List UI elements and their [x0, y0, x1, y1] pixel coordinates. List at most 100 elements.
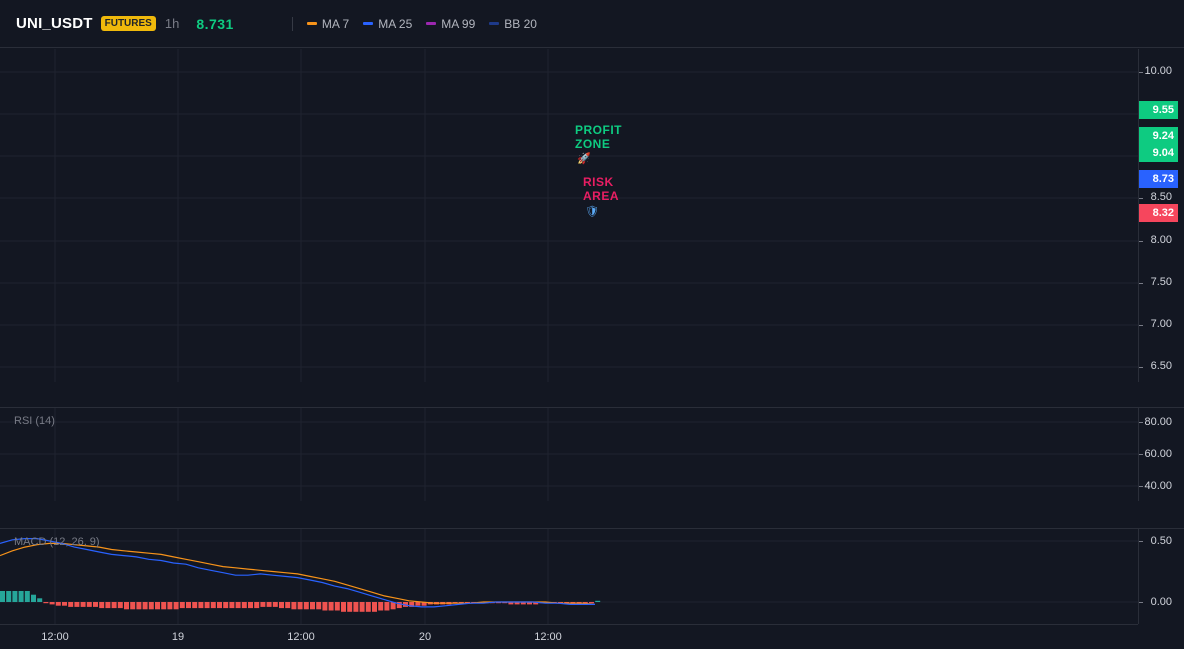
- axis-tick: [1139, 454, 1143, 455]
- macd-histogram-bar: [272, 602, 278, 607]
- macd-title: MACD (12, 26, 9): [14, 536, 100, 548]
- macd-histogram-bar: [229, 602, 235, 609]
- macd-histogram-bar: [248, 602, 253, 609]
- macd-histogram-bar: [18, 591, 24, 602]
- price-axis-label: 8.00: [1150, 234, 1172, 246]
- axis-tick: [1139, 72, 1143, 73]
- time-axis-label: 20: [418, 631, 432, 643]
- macd-axis-label: 0.00: [1150, 596, 1172, 608]
- macd-histogram-bar: [161, 602, 167, 610]
- legend-ma99[interactable]: MA 99: [426, 17, 475, 31]
- legend-label: MA 7: [321, 16, 350, 31]
- rsi-pane[interactable]: RSI (14) 80.00 60.00 40.00: [0, 408, 1184, 501]
- price-tag-take-profit-3: 9.55: [1139, 101, 1178, 119]
- macd-plot[interactable]: [0, 529, 1138, 624]
- legend-ma7[interactable]: MA 7: [306, 16, 350, 31]
- legend-ma25[interactable]: MA 25: [363, 17, 412, 31]
- macd-histogram-bar: [130, 602, 136, 610]
- macd-histogram-bar: [62, 602, 67, 606]
- symbol-name[interactable]: UNI_USDT: [16, 15, 93, 32]
- profit-line1: PROFIT: [575, 123, 622, 137]
- time-axis-label: 12:00: [534, 631, 562, 643]
- profit-line2: ZONE: [575, 137, 611, 151]
- macd-histogram-bar: [365, 602, 371, 612]
- header-separator: [291, 16, 293, 31]
- interval-selector[interactable]: 1h: [165, 16, 179, 31]
- macd-histogram-bar: [86, 602, 92, 607]
- macd-histogram-bar: [291, 602, 297, 610]
- time-axis-divider: [0, 624, 1138, 625]
- macd-histogram-bar: [93, 602, 98, 607]
- price-tag-take-profit-2: 9.24: [1139, 127, 1178, 145]
- legend-swatch: [426, 22, 437, 25]
- macd-histogram-bar: [235, 602, 241, 609]
- price-tag-last: 8.73: [1139, 170, 1178, 188]
- macd-histogram-bar: [241, 602, 247, 609]
- rsi-grid[interactable]: [0, 408, 1138, 501]
- axis-tick: [1139, 198, 1143, 199]
- macd-histogram-bar: [136, 602, 142, 610]
- legend-label: BB 20: [504, 16, 537, 31]
- macd-histogram-bar: [55, 602, 61, 606]
- legend-swatch: [489, 22, 500, 25]
- macd-histogram-bar: [24, 591, 30, 602]
- macd-histogram-bar: [173, 602, 179, 610]
- macd-histogram-bar: [353, 602, 359, 612]
- macd-histogram-bar: [105, 602, 111, 609]
- macd-histogram-bar: [6, 591, 12, 602]
- rsi-title: RSI (14): [14, 415, 55, 427]
- macd-histogram-bar: [328, 602, 334, 611]
- price-axis-label: 6.50: [1150, 360, 1172, 372]
- rsi-axis[interactable]: 80.00 60.00 40.00: [1138, 408, 1184, 501]
- macd-axis[interactable]: 0.50 0.00: [1138, 529, 1184, 624]
- axis-tick: [1139, 422, 1143, 423]
- risk-line2: AREA: [583, 189, 620, 203]
- rocket-icon: 🚀: [577, 153, 591, 165]
- macd-histogram-bar: [155, 602, 160, 610]
- axis-tick: [1139, 602, 1143, 603]
- macd-histogram-bar: [31, 594, 36, 602]
- main-price-pane[interactable]: PROFIT ZONE 🚀 RISK AREA 🛡 10.00 8.50 8.0…: [0, 49, 1184, 382]
- legend-bb20[interactable]: BB 20: [489, 17, 537, 31]
- macd-histogram-bar: [341, 602, 346, 612]
- macd-histogram-bar: [148, 602, 154, 610]
- macd-histogram-bar: [167, 602, 173, 610]
- futures-badge: FUTURES: [100, 16, 156, 31]
- axis-tick: [1139, 541, 1143, 542]
- macd-histogram-bar: [378, 602, 384, 611]
- macd-histogram-bar: [589, 602, 594, 604]
- macd-histogram-bar: [49, 602, 55, 605]
- macd-histogram-bar: [384, 602, 390, 611]
- macd-histogram-bar: [204, 602, 210, 609]
- rsi-axis-label: 80.00: [1144, 416, 1172, 428]
- macd-histogram-bar: [347, 602, 353, 612]
- macd-histogram-bar: [285, 602, 291, 609]
- macd-histogram-bar: [186, 602, 191, 609]
- macd-histogram-bar: [74, 602, 80, 607]
- macd-histogram-bar: [297, 602, 303, 610]
- price-tag-stop-loss: 8.32: [1139, 204, 1178, 222]
- macd-histogram-bar: [198, 602, 204, 609]
- macd-histogram-bar: [142, 602, 148, 610]
- macd-histogram-bar: [0, 591, 5, 602]
- macd-pane[interactable]: MACD (12, 26, 9) 0.50 0.00: [0, 529, 1184, 624]
- axis-tick: [1139, 283, 1143, 284]
- legend-swatch: [306, 22, 317, 25]
- macd-histogram-bar: [260, 602, 266, 607]
- macd-histogram-bar: [266, 602, 272, 607]
- legend-label: MA 99: [441, 16, 476, 31]
- macd-histogram-bar: [12, 591, 18, 602]
- time-axis-label: 12:00: [287, 631, 315, 643]
- macd-histogram-bar: [192, 602, 198, 609]
- macd-histogram-bar: [124, 602, 129, 610]
- legend-label: MA 25: [378, 16, 413, 31]
- macd-histogram-bar: [254, 602, 260, 609]
- macd-histogram-bar: [303, 602, 309, 610]
- rsi-axis-label: 40.00: [1144, 480, 1172, 492]
- main-grid[interactable]: [0, 49, 1138, 382]
- macd-histogram-bar: [99, 602, 105, 609]
- macd-histogram-bar: [68, 602, 74, 607]
- macd-histogram-bar: [310, 602, 315, 610]
- chart-header: UNI_USDT FUTURES 1h 8.731 MA 7 MA 25 MA …: [0, 0, 1184, 48]
- price-axis[interactable]: 10.00 8.50 8.00 7.50 7.00 6.50 9.55 9.24…: [1138, 49, 1184, 382]
